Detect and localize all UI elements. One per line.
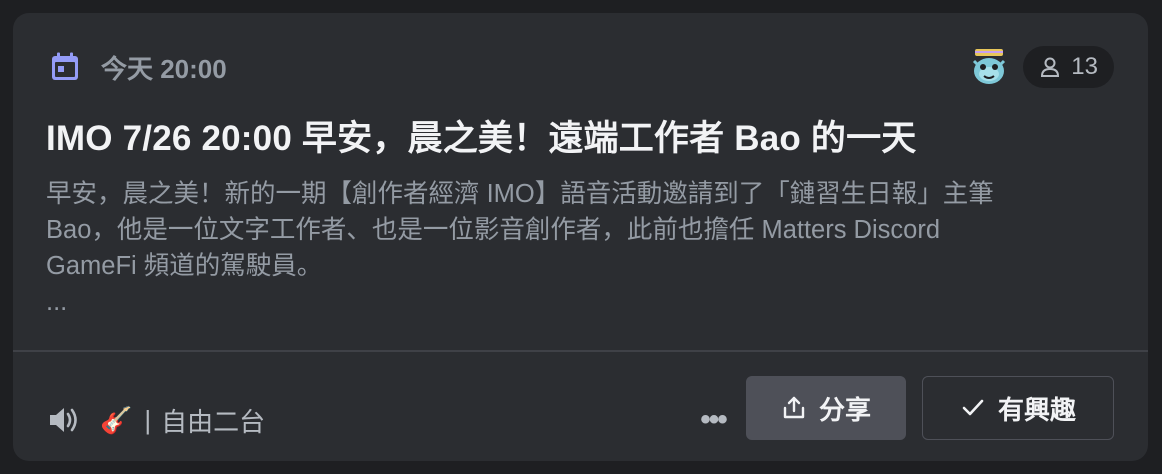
event-location[interactable]: 🎸 | 自由二台	[46, 389, 265, 451]
interested-label: 有興趣	[997, 394, 1076, 425]
divider	[13, 350, 1148, 352]
event-description: 早安，晨之美！新的一期【創作者經濟 IMO】語音活動邀請到了「鏈習生日報」主筆 …	[46, 180, 994, 316]
speaker-icon	[50, 408, 77, 432]
share-button[interactable]: 分享	[746, 376, 906, 440]
user-avatar[interactable]	[969, 47, 1009, 87]
people-icon	[1041, 57, 1060, 77]
check-icon	[962, 399, 984, 416]
event-time: 今天 20:00	[101, 53, 227, 84]
more-options-button[interactable]: •••	[693, 393, 733, 447]
share-label: 分享	[818, 394, 871, 425]
interested-count-badge[interactable]: 13	[1023, 46, 1114, 88]
share-icon	[783, 396, 805, 419]
interested-count: 13	[1071, 53, 1098, 80]
calendar-icon	[52, 52, 78, 80]
event-title: IMO 7/26 20:00 早安，晨之美！遠端工作者 Bao 的一天	[46, 119, 917, 158]
location-separator: |	[144, 404, 152, 435]
location-name: 自由二台	[161, 406, 266, 437]
interested-button[interactable]: 有興趣	[922, 376, 1114, 440]
event-header: 今天 20:00 13	[49, 46, 1114, 88]
guitar-icon: 🎸	[100, 404, 133, 435]
event-card[interactable]: 今天 20:00 13 IMO 7/26 20:00 早安，晨之美！遠端工作者 …	[13, 13, 1148, 461]
